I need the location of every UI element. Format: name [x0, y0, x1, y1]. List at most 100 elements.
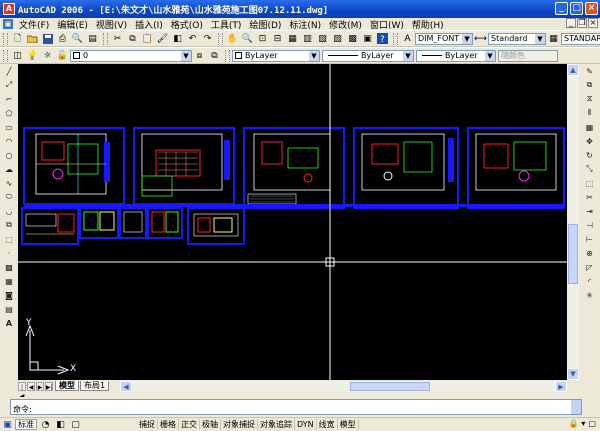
undo-icon[interactable]: ↶ [186, 33, 199, 45]
polyline-icon[interactable]: ⌐ [3, 93, 15, 105]
table-style-select[interactable]: STANDARD [561, 32, 600, 45]
model-toggle[interactable]: 模型 [338, 419, 359, 430]
ellipse-icon[interactable]: ⬭ [3, 191, 15, 203]
circle-icon[interactable]: ○ [3, 149, 15, 161]
menu-tools[interactable]: 工具(T) [208, 18, 247, 31]
linetype-select[interactable]: ByLayer ▼ [322, 49, 414, 62]
lineweight-toggle[interactable]: 线宽 [317, 419, 338, 430]
mirror-icon[interactable]: ⧖ [584, 93, 596, 105]
osnap-toggle[interactable]: 对象捕捉 [221, 419, 258, 430]
document-icon[interactable]: ▣ [3, 19, 13, 29]
zoom-realtime-icon[interactable]: 🔍 [241, 33, 254, 45]
help-icon[interactable]: ? [376, 33, 389, 45]
text-style-select[interactable]: DIM_FONT ▼ [415, 32, 473, 45]
grid-toggle[interactable]: 栅格 [158, 419, 179, 430]
coordinate-display[interactable]: 标准 [15, 419, 37, 430]
ellipse-arc-icon[interactable]: ◡ [3, 205, 15, 217]
vertical-scroll-thumb[interactable] [568, 224, 578, 284]
multiline-text-icon[interactable]: A [3, 317, 15, 329]
extend-icon[interactable]: ⇥ [584, 205, 596, 217]
spline-icon[interactable]: ∿ [3, 177, 15, 189]
move-icon[interactable]: ✥ [584, 135, 596, 147]
menu-window[interactable]: 窗口(W) [367, 18, 409, 31]
menu-dimension[interactable]: 标注(N) [286, 18, 326, 31]
status-tool-icon-3[interactable]: ▢ [69, 419, 82, 431]
construction-line-icon[interactable]: ⤢ [3, 79, 15, 91]
markup-icon[interactable]: ▩ [346, 33, 359, 45]
communication-center-icon[interactable]: 🔒 [568, 419, 578, 428]
text-style-icon[interactable]: A [401, 33, 414, 45]
fillet-icon[interactable]: ◜ [584, 275, 596, 287]
array-icon[interactable]: ▦ [584, 121, 596, 133]
toolbar-grip[interactable] [3, 32, 8, 45]
plot-icon[interactable]: ⎙ [56, 33, 69, 45]
revision-cloud-icon[interactable]: ☁ [3, 163, 15, 175]
first-layout-button[interactable]: |◀ [18, 381, 26, 400]
arc-icon[interactable]: ◠ [3, 135, 15, 147]
match-properties-icon[interactable]: 🖌 [156, 33, 169, 45]
horizontal-scrollbar[interactable]: ◀ ▶ [120, 381, 567, 392]
menu-help[interactable]: 帮助(H) [409, 18, 449, 31]
previous-layout-button[interactable]: ◀ [27, 381, 35, 391]
copy-icon[interactable]: ⧉ [126, 33, 139, 45]
menu-format[interactable]: 格式(O) [168, 18, 208, 31]
join-icon[interactable]: ⊕ [584, 247, 596, 259]
menu-edit[interactable]: 编辑(E) [54, 18, 93, 31]
horizontal-scroll-thumb[interactable] [350, 382, 430, 391]
toolbar-grip[interactable] [3, 49, 8, 62]
otrack-toggle[interactable]: 对象追踪 [258, 419, 295, 430]
close-button[interactable]: × [585, 2, 598, 15]
design-center-icon[interactable]: ▥ [301, 33, 314, 45]
color-select[interactable]: ByLayer ▼ [232, 49, 320, 62]
vertical-scrollbar[interactable]: ▲ ▼ [567, 64, 579, 380]
plot-preview-icon[interactable]: 🔍 [71, 33, 84, 45]
menu-view[interactable]: 视图(V) [93, 18, 132, 31]
make-current-layer-icon[interactable]: ⧈ [193, 50, 206, 62]
minimize-button[interactable]: _ [555, 2, 568, 15]
tool-palettes-icon[interactable]: ▧ [316, 33, 329, 45]
doc-minimize-button[interactable]: _ [566, 18, 576, 28]
region-icon[interactable]: ◙ [3, 289, 15, 301]
menu-draw[interactable]: 绘图(D) [246, 18, 286, 31]
break-icon[interactable]: ⊢ [584, 233, 596, 245]
clean-screen-icon[interactable]: ▢ [588, 419, 596, 428]
layer-previous-icon[interactable]: ⧉ [208, 50, 221, 62]
make-block-icon[interactable]: ⬚ [3, 233, 15, 245]
calculator-icon[interactable]: ▣ [361, 33, 374, 45]
ortho-toggle[interactable]: 正交 [179, 419, 200, 430]
polygon-icon[interactable]: ⬠ [3, 107, 15, 119]
autocad-app-icon[interactable]: A [3, 3, 15, 15]
rotate-icon[interactable]: ↻ [584, 149, 596, 161]
insert-block-icon[interactable]: ⧉ [3, 219, 15, 231]
redo-icon[interactable]: ↷ [201, 33, 214, 45]
open-icon[interactable] [26, 33, 39, 45]
layer-select[interactable]: 0 ▼ [70, 49, 192, 62]
pan-icon[interactable]: ✋ [226, 33, 239, 45]
dim-style-icon[interactable]: ⟷ [474, 33, 487, 45]
table-style-icon[interactable]: ▦ [547, 33, 560, 45]
stretch-icon[interactable]: ⬚ [584, 177, 596, 189]
layer-manager-icon[interactable]: ◫ [11, 50, 24, 62]
status-tool-icon-2[interactable]: ◧ [54, 419, 67, 431]
cut-icon[interactable]: ✂ [111, 33, 124, 45]
hatch-icon[interactable]: ▩ [3, 261, 15, 273]
break-at-point-icon[interactable]: ⊣ [584, 219, 596, 231]
drawing-canvas[interactable]: Y X [18, 64, 567, 380]
doc-restore-button[interactable]: ❐ [577, 18, 587, 28]
trim-icon[interactable]: ✂ [584, 191, 596, 203]
menu-insert[interactable]: 插入(I) [132, 18, 168, 31]
dim-style-select[interactable]: Standard ▼ [488, 32, 546, 45]
gradient-icon[interactable]: ▦ [3, 275, 15, 287]
status-tool-icon-1[interactable]: ◔ [39, 419, 52, 431]
status-menu-icon[interactable]: ▾ [581, 419, 585, 428]
tab-layout1[interactable]: 布局1 [80, 381, 110, 391]
explode-icon[interactable]: ✳ [584, 289, 596, 301]
command-input[interactable]: 命令: [10, 399, 582, 415]
doc-close-button[interactable]: × [588, 18, 598, 28]
paste-icon[interactable]: 📋 [141, 33, 154, 45]
chamfer-icon[interactable]: ◸ [584, 261, 596, 273]
menu-file[interactable]: 文件(F) [16, 18, 54, 31]
next-layout-button[interactable]: ▶ [36, 381, 44, 391]
point-icon[interactable]: · [3, 247, 15, 259]
erase-icon[interactable]: ✎ [584, 65, 596, 77]
